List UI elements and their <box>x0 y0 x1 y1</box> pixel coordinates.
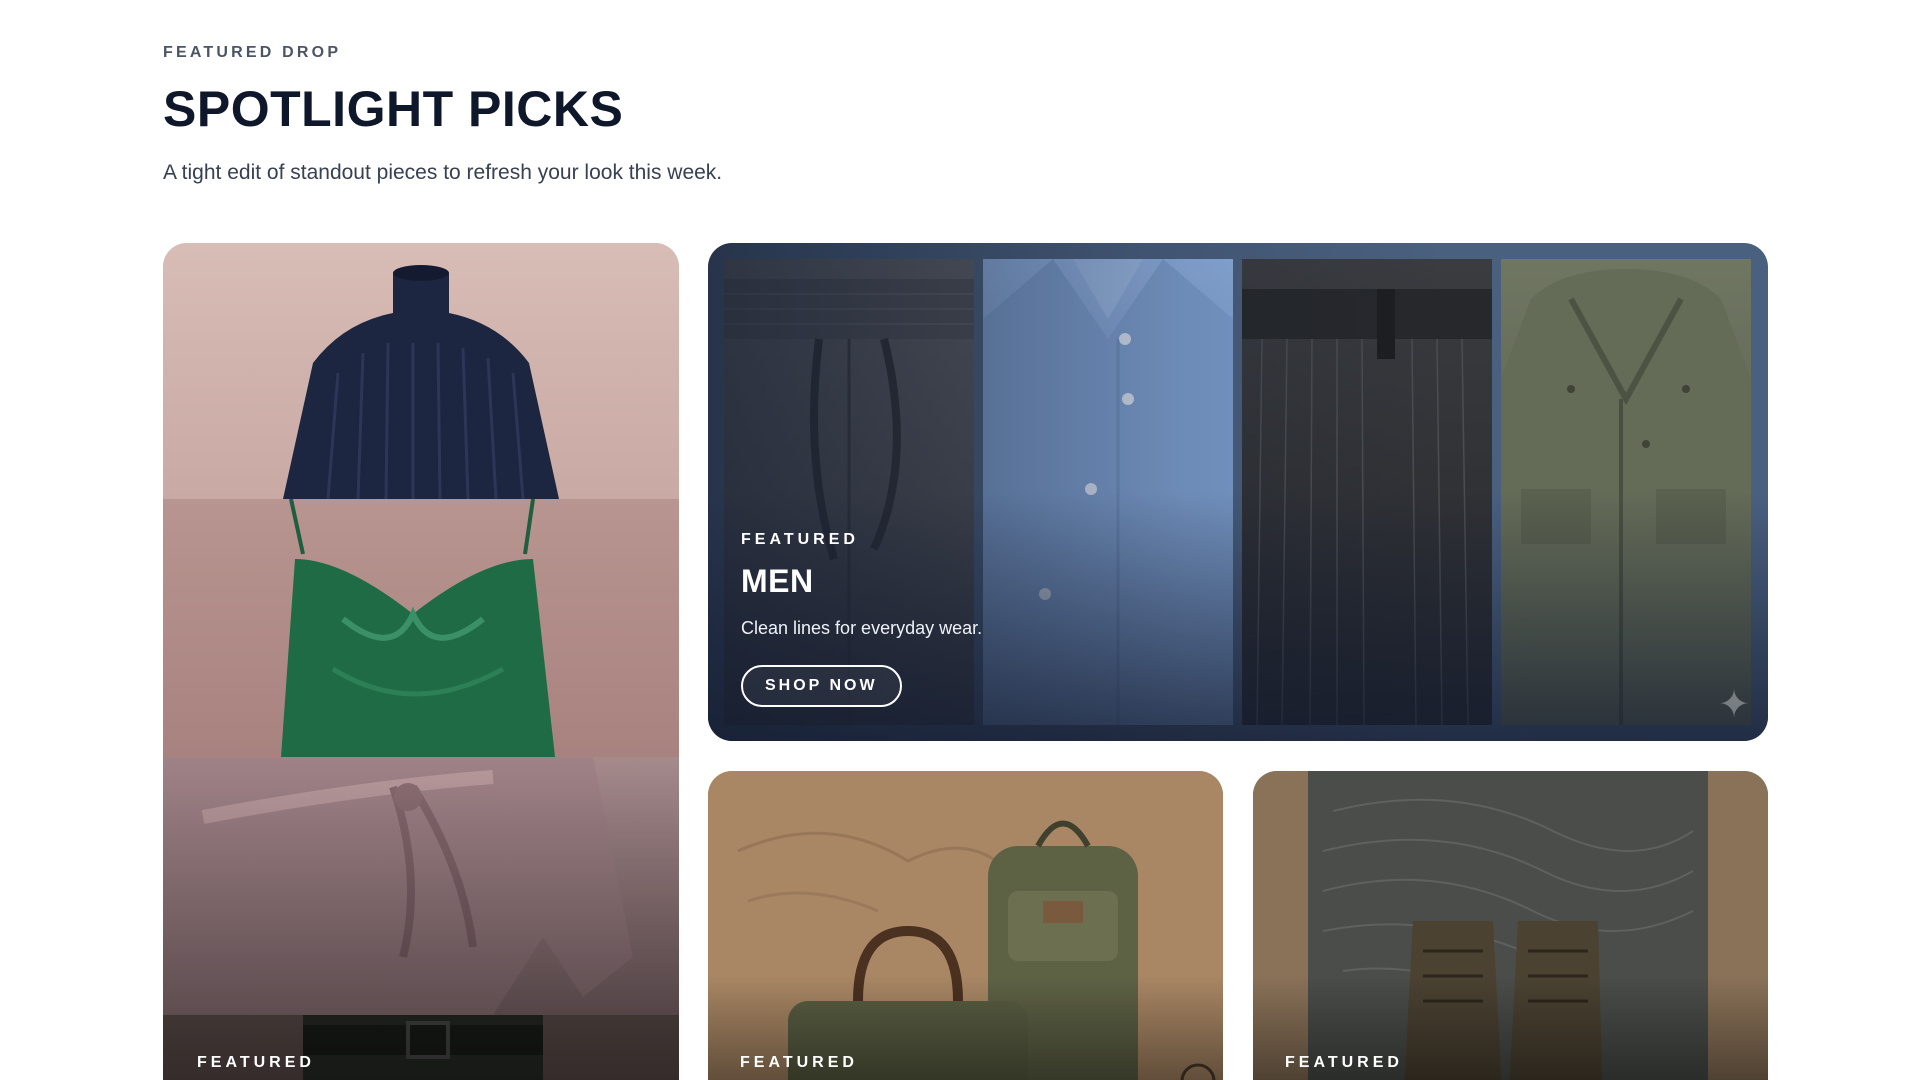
section-subtitle: A tight edit of standout pieces to refre… <box>163 161 723 184</box>
card-title: MEN <box>741 563 814 599</box>
featured-card-men[interactable]: FEATURED MEN Clean lines for everyday we… <box>708 243 1768 741</box>
card-kicker: FEATURED <box>197 1054 315 1071</box>
section-header: FEATURED DROP SPOTLIGHT PICKS A tight ed… <box>163 44 1763 185</box>
featured-card-women[interactable]: FEATURED <box>163 243 679 1080</box>
section-eyebrow: FEATURED DROP <box>163 44 342 61</box>
featured-card-boots[interactable]: FEATURED <box>1253 771 1768 1080</box>
card-kicker: FEATURED <box>1285 1054 1403 1071</box>
card-kicker: FEATURED <box>741 531 859 548</box>
section-title: SPOTLIGHT PICKS <box>163 81 624 137</box>
sparkle-icon: ✦ <box>1718 684 1750 726</box>
card-kicker: FEATURED <box>740 1054 858 1071</box>
featured-card-bags[interactable]: FEATURED <box>708 771 1223 1080</box>
shop-now-button[interactable]: SHOP NOW <box>741 665 902 707</box>
men-card-content: FEATURED MEN Clean lines for everyday we… <box>741 531 982 707</box>
card-description: Clean lines for everyday wear. <box>741 618 983 638</box>
